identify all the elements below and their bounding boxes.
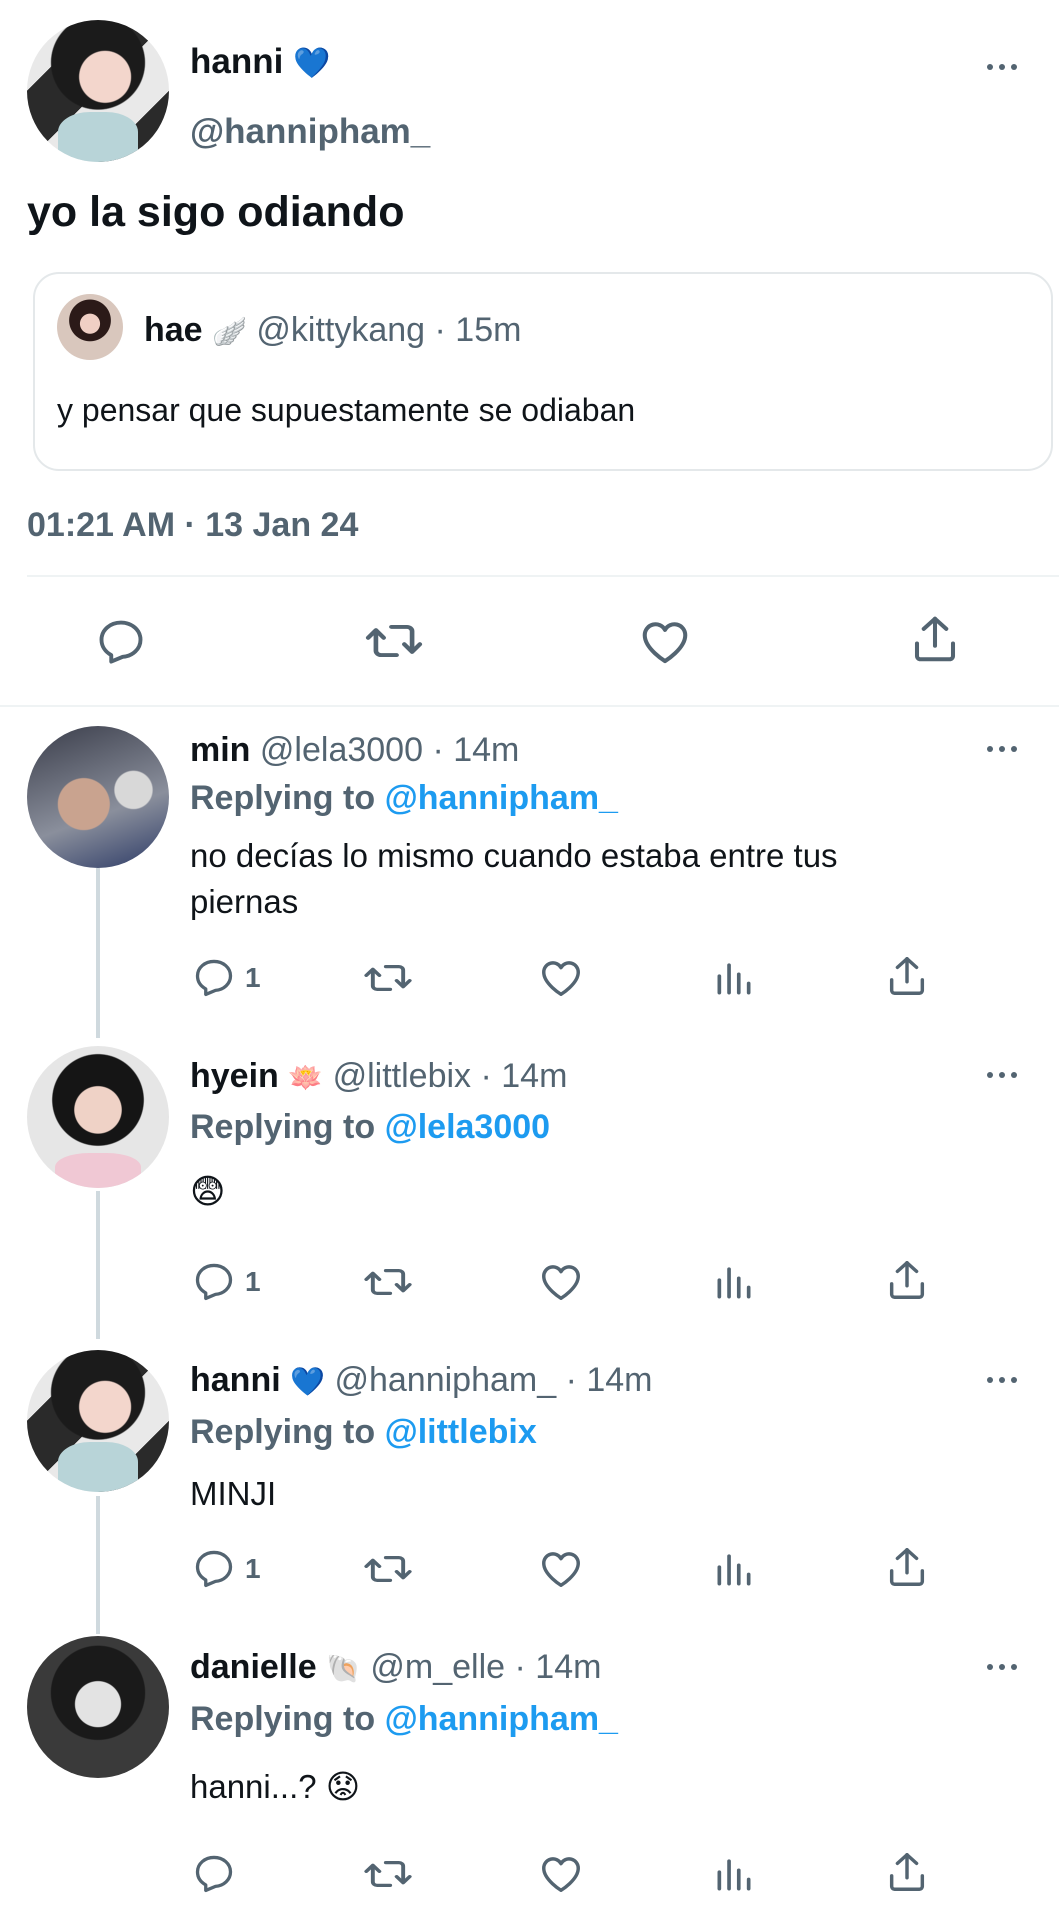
user-handle[interactable]: @hannipham_	[190, 112, 430, 152]
share-icon[interactable]	[884, 1544, 930, 1590]
reply-count: 1	[245, 1266, 261, 1297]
retweet-icon[interactable]	[362, 1853, 414, 1895]
reply-text: piernas	[190, 883, 299, 920]
tweet-time: · 14m	[432, 731, 520, 769]
thread-line	[96, 868, 100, 1038]
more-icon[interactable]	[985, 744, 1019, 754]
replying-to: Replying to @lela3000	[190, 1108, 551, 1146]
thread-line	[96, 1496, 100, 1634]
reply-icon[interactable]	[192, 1851, 236, 1895]
shell-emoji-icon: 🐚	[326, 1653, 361, 1684]
quoted-tweet[interactable]	[33, 272, 1053, 471]
views-icon[interactable]	[712, 1547, 756, 1591]
share-icon[interactable]	[908, 612, 962, 666]
retweet-icon[interactable]	[362, 957, 414, 999]
thread-line	[96, 1191, 100, 1339]
reply-header: hyein 🪷 @littlebix · 14m	[190, 1057, 567, 1096]
tweet-text: yo la sigo odiando	[27, 188, 405, 236]
retweet-icon[interactable]	[362, 1548, 414, 1590]
tweet-time: · 14m	[514, 1648, 602, 1686]
more-icon[interactable]	[985, 62, 1019, 72]
tweet-time: · 14m	[565, 1361, 653, 1399]
mention-link[interactable]: @hannipham_	[385, 1700, 618, 1738]
share-icon[interactable]	[884, 1257, 930, 1303]
reply-icon[interactable]	[192, 1546, 236, 1590]
display-name[interactable]: hanni 💙	[190, 42, 330, 82]
retweet-icon[interactable]	[363, 615, 425, 667]
user-handle[interactable]: @littlebix	[333, 1057, 471, 1095]
reply-count: 1	[245, 962, 261, 993]
divider	[27, 575, 1059, 577]
reply-header: hanni 💙 @hannipham_ · 14m	[190, 1361, 653, 1400]
quoted-header: hae 🪽 @kittykang · 15m	[144, 311, 521, 350]
display-name: hae	[144, 311, 203, 349]
display-name[interactable]: hanni	[190, 1361, 281, 1399]
replying-to: Replying to @hannipham_	[190, 1700, 618, 1738]
reply-text: no decías lo mismo cuando estaba entre t…	[190, 837, 838, 874]
mention-link[interactable]: @lela3000	[385, 1108, 551, 1146]
divider	[0, 705, 1059, 707]
user-handle[interactable]: @lela3000	[260, 731, 423, 769]
heart-emoji-icon: 💙	[290, 1366, 325, 1397]
user-handle: @kittykang	[256, 311, 426, 349]
like-icon[interactable]	[538, 1851, 584, 1897]
avatar[interactable]	[27, 1046, 169, 1188]
views-icon[interactable]	[712, 1852, 756, 1896]
reply-icon[interactable]	[95, 615, 147, 667]
display-name[interactable]: danielle	[190, 1648, 317, 1686]
more-icon[interactable]	[985, 1662, 1019, 1672]
heart-emoji-icon: 💙	[293, 47, 331, 80]
avatar[interactable]	[27, 726, 169, 868]
reply-icon[interactable]	[192, 1259, 236, 1303]
views-icon[interactable]	[712, 956, 756, 1000]
user-handle[interactable]: @hannipham_	[334, 1361, 556, 1399]
like-icon[interactable]	[638, 615, 692, 669]
replying-to: Replying to @littlebix	[190, 1413, 537, 1451]
reply-count: 1	[245, 1553, 261, 1584]
reply-icon[interactable]	[192, 955, 236, 999]
avatar[interactable]	[27, 20, 169, 162]
avatar[interactable]	[27, 1350, 169, 1492]
mention-link[interactable]: @littlebix	[385, 1413, 537, 1451]
tweet-timestamp[interactable]: 01:21 AM · 13 Jan 24	[27, 506, 358, 545]
more-icon[interactable]	[985, 1070, 1019, 1080]
quoted-text: y pensar que supuestamente se odiaban	[57, 392, 636, 428]
reply-text: hanni...? 😟	[190, 1768, 361, 1805]
retweet-icon[interactable]	[362, 1261, 414, 1303]
avatar[interactable]	[27, 1636, 169, 1778]
wing-emoji-icon: 🪽	[212, 316, 247, 347]
mention-link[interactable]: @hannipham_	[385, 779, 618, 817]
reply-text: 😨	[190, 1173, 226, 1211]
share-icon[interactable]	[884, 1849, 930, 1895]
reply-header: danielle 🐚 @m_elle · 14m	[190, 1648, 601, 1687]
like-icon[interactable]	[538, 955, 584, 1001]
user-handle[interactable]: @m_elle	[370, 1648, 505, 1686]
replying-to: Replying to @hannipham_	[190, 779, 618, 817]
like-icon[interactable]	[538, 1546, 584, 1592]
more-icon[interactable]	[985, 1375, 1019, 1385]
lotus-emoji-icon: 🪷	[288, 1062, 324, 1093]
reply-header: min @lela3000 · 14m	[190, 731, 519, 770]
tweet-time: · 14m	[480, 1057, 568, 1095]
tweet-time: · 15m	[434, 311, 522, 349]
views-icon[interactable]	[712, 1260, 756, 1304]
avatar	[57, 294, 123, 360]
display-name[interactable]: hyein	[190, 1057, 279, 1095]
share-icon[interactable]	[884, 953, 930, 999]
like-icon[interactable]	[538, 1259, 584, 1305]
display-name[interactable]: min	[190, 731, 250, 769]
reply-text: MINJI	[190, 1475, 277, 1512]
